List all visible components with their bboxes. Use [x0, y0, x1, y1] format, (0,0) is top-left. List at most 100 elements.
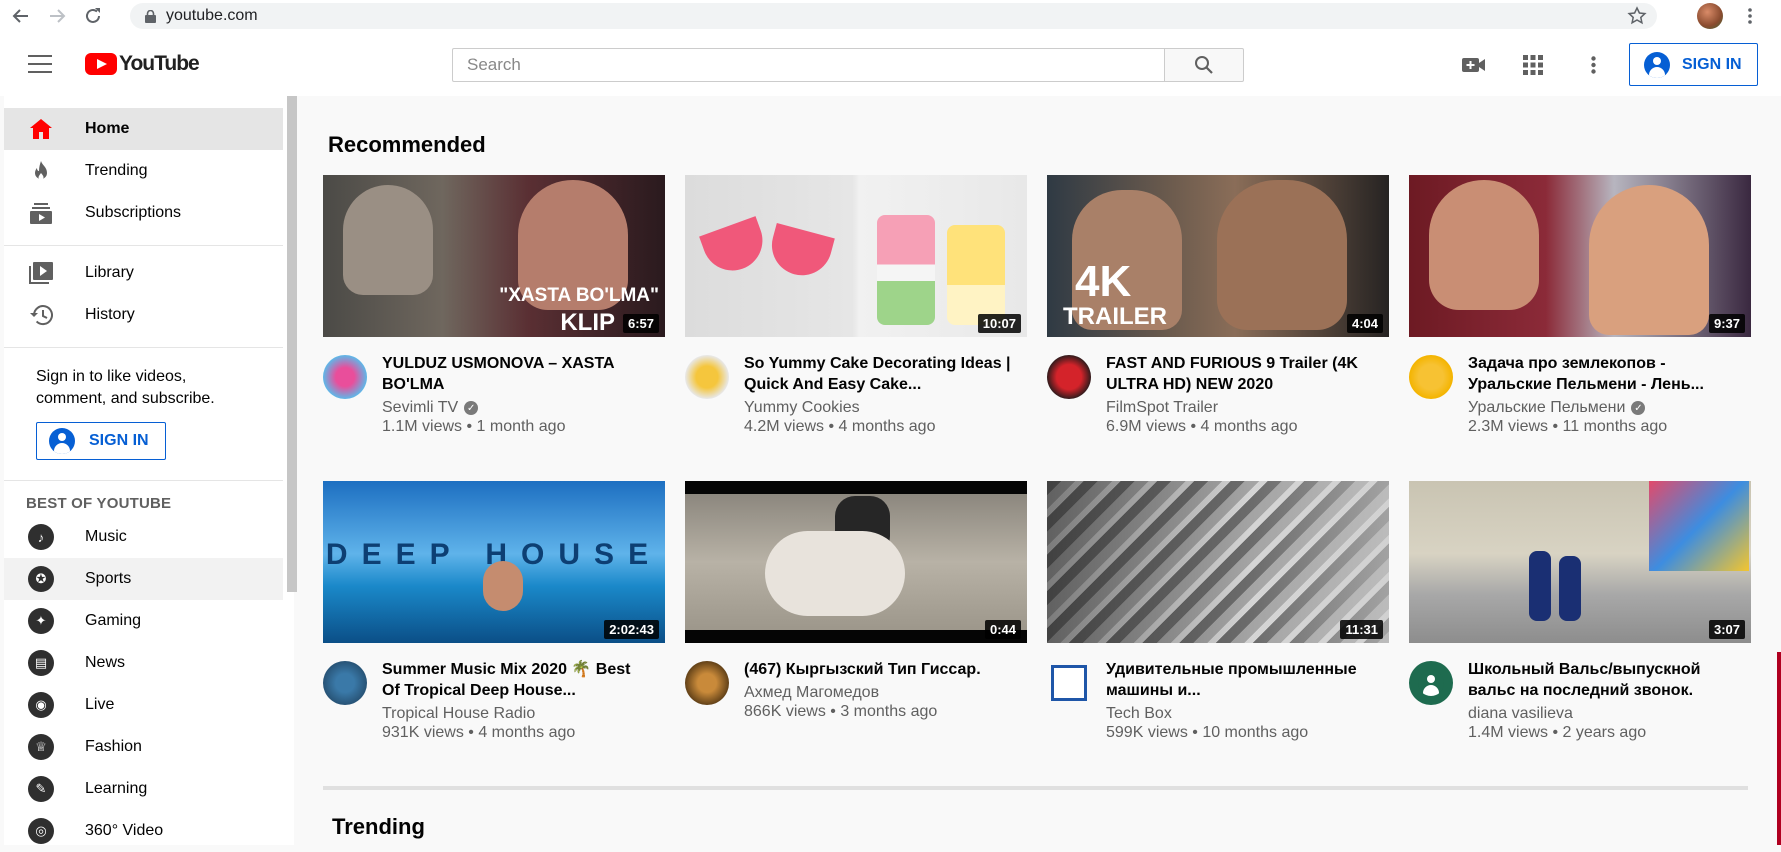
- video-card[interactable]: 4K TRAILER 4:04 FAST AND FURIOUS 9 Trail…: [1047, 175, 1389, 435]
- address-bar[interactable]: youtube.com: [130, 3, 1657, 29]
- lock-icon: [144, 9, 156, 23]
- sidebar-item-live[interactable]: ◉ Live: [4, 684, 283, 726]
- video-card[interactable]: 10:07 So Yummy Cake Decorating Ideas | Q…: [685, 175, 1027, 435]
- video-title[interactable]: Удивительные промышленные машины и...: [1106, 659, 1376, 701]
- verified-check-icon: ✓: [464, 401, 479, 415]
- browse-content: Recommended "XASTA BO'LMA" KLIP 6:57 YUL…: [294, 96, 1781, 845]
- sidebar-item-label: Subscriptions: [85, 204, 182, 221]
- video-thumbnail[interactable]: 10:07: [685, 175, 1027, 337]
- sidebar-sign-in-button[interactable]: SIGN IN: [36, 422, 166, 460]
- video-thumbnail[interactable]: 4K TRAILER 4:04: [1047, 175, 1389, 337]
- video-card[interactable]: 3:07 Школьный Вальс/выпускной вальс на п…: [1409, 481, 1751, 741]
- channel-avatar[interactable]: [1409, 661, 1453, 705]
- sidebar-item-subscriptions[interactable]: Subscriptions: [4, 192, 283, 234]
- flame-icon: [28, 158, 54, 184]
- video-card[interactable]: "XASTA BO'LMA" KLIP 6:57 YULDUZ USMONOVA…: [323, 175, 665, 435]
- settings-menu-button[interactable]: [1580, 52, 1606, 78]
- sidebar-item-label: Sports: [85, 570, 132, 587]
- video-meta: 599K views • 10 months ago: [1106, 724, 1309, 741]
- browser-toolbar: youtube.com: [0, 0, 1781, 32]
- video-thumbnail[interactable]: DEEP HOUSE 2:02:43: [323, 481, 665, 643]
- trending-heading: Trending: [332, 814, 425, 839]
- sidebar-item-sports[interactable]: ✪ Sports: [4, 558, 283, 600]
- forward-button[interactable]: [44, 3, 70, 29]
- sign-in-button[interactable]: SIGN IN: [1629, 43, 1758, 86]
- sign-in-label: SIGN IN: [89, 432, 149, 449]
- bookmark-star-icon[interactable]: [1627, 6, 1647, 31]
- channel-avatar[interactable]: [323, 661, 367, 705]
- video-title[interactable]: Школьный Вальс/выпускной вальс на послед…: [1468, 659, 1738, 701]
- sidebar-item-label: Music: [85, 528, 127, 545]
- channel-name[interactable]: Tropical House Radio: [382, 705, 535, 723]
- video-card[interactable]: 9:37 Задача про землекопов - Уральские П…: [1409, 175, 1751, 435]
- video-thumbnail[interactable]: "XASTA BO'LMA" KLIP 6:57: [323, 175, 665, 337]
- channel-avatar[interactable]: [323, 355, 367, 399]
- sidebar-item-history[interactable]: History: [4, 294, 283, 336]
- sidebar-item-learning[interactable]: ✎ Learning: [4, 768, 283, 810]
- sidebar-item-library[interactable]: Library: [4, 252, 283, 294]
- channel-name[interactable]: diana vasilieva: [1468, 705, 1573, 723]
- video-meta: 6.9M views • 4 months ago: [1106, 418, 1298, 435]
- sidebar-item-fashion[interactable]: ♕ Fashion: [4, 726, 283, 768]
- video-thumbnail[interactable]: 11:31: [1047, 481, 1389, 643]
- video-thumbnail[interactable]: 9:37: [1409, 175, 1751, 337]
- gaming-icon: ✦: [28, 608, 54, 634]
- guide-menu-button[interactable]: [26, 52, 54, 76]
- channel-name[interactable]: FilmSpot Trailer: [1106, 399, 1218, 417]
- youtube-logo[interactable]: YouTube: [85, 52, 200, 76]
- sidebar-item-360-video[interactable]: ◎ 360° Video: [4, 810, 283, 852]
- channel-name[interactable]: Ахмед Магомедов: [744, 684, 879, 702]
- channel-avatar[interactable]: [1051, 665, 1087, 701]
- video-thumbnail[interactable]: 0:44: [685, 481, 1027, 643]
- channel-name[interactable]: Yummy Cookies: [744, 399, 860, 417]
- video-title[interactable]: (467) Кыргызский Тип Гиссар.: [744, 659, 1014, 680]
- channel-name-text: diana vasilieva: [1468, 705, 1573, 722]
- channel-name[interactable]: Sevimli TV ✓: [382, 399, 479, 417]
- video-title[interactable]: So Yummy Cake Decorating Ideas | Quick A…: [744, 353, 1014, 395]
- sidebar-item-trending[interactable]: Trending: [4, 150, 283, 192]
- sidebar-divider: [4, 347, 283, 348]
- channel-name-text: Yummy Cookies: [744, 399, 860, 416]
- sidebar-item-music[interactable]: ♪ Music: [4, 516, 283, 558]
- apps-button[interactable]: [1520, 52, 1546, 78]
- thumbnail-text: "XASTA BO'LMA": [499, 285, 659, 306]
- channel-name[interactable]: Уральские Пельмени ✓: [1468, 399, 1646, 417]
- sidebar-divider: [4, 480, 283, 481]
- search-input[interactable]: [452, 48, 1164, 82]
- video-card[interactable]: 11:31 Удивительные промышленные машины и…: [1047, 481, 1389, 741]
- video-card[interactable]: 0:44 (467) Кыргызский Тип Гиссар. Ахмед …: [685, 481, 1027, 741]
- duration-badge: 4:04: [1346, 314, 1383, 333]
- channel-avatar[interactable]: [1047, 355, 1091, 399]
- video-thumbnail[interactable]: 3:07: [1409, 481, 1751, 643]
- video-title[interactable]: YULDUZ USMONOVA – XASTA BO'LMA: [382, 353, 652, 395]
- hamburger-icon-bar: [28, 63, 52, 65]
- video-meta: 4.2M views • 4 months ago: [744, 418, 936, 435]
- sidebar-item-gaming[interactable]: ✦ Gaming: [4, 600, 283, 642]
- video-title[interactable]: FAST AND FURIOUS 9 Trailer (4K ULTRA HD)…: [1106, 353, 1376, 395]
- page-scrollbar-thumb[interactable]: [1777, 652, 1781, 845]
- sidebar-item-news[interactable]: ▤ News: [4, 642, 283, 684]
- browser-menu-button[interactable]: [1740, 4, 1760, 28]
- sidebar-item-label: Gaming: [85, 612, 142, 629]
- video-title[interactable]: Summer Music Mix 2020 🌴 Best Of Tropical…: [382, 659, 652, 701]
- sidebar-item-label: 360° Video: [85, 822, 164, 839]
- more-vertical-icon: [1748, 8, 1752, 24]
- duration-badge: 6:57: [622, 314, 659, 333]
- channel-avatar[interactable]: [1409, 355, 1453, 399]
- video-title[interactable]: Задача про землекопов - Уральские Пельме…: [1468, 353, 1738, 395]
- channel-avatar[interactable]: [685, 355, 729, 399]
- sign-in-label: SIGN IN: [1682, 55, 1742, 73]
- channel-name[interactable]: Tech Box: [1106, 705, 1172, 723]
- search-button[interactable]: [1164, 48, 1244, 82]
- video-card[interactable]: DEEP HOUSE 2:02:43 Summer Music Mix 2020…: [323, 481, 665, 741]
- sidebar-item-home[interactable]: Home: [4, 108, 283, 150]
- create-video-button[interactable]: [1461, 52, 1487, 78]
- sidebar-item-label: Home: [85, 120, 130, 137]
- channel-name-text: Ахмед Магомедов: [744, 684, 880, 701]
- logo-text: YouTube: [119, 52, 200, 75]
- learning-icon: ✎: [28, 776, 54, 802]
- reload-button[interactable]: [80, 3, 106, 29]
- browser-profile-avatar[interactable]: [1697, 3, 1723, 29]
- back-button[interactable]: [8, 3, 34, 29]
- channel-avatar[interactable]: [685, 661, 729, 705]
